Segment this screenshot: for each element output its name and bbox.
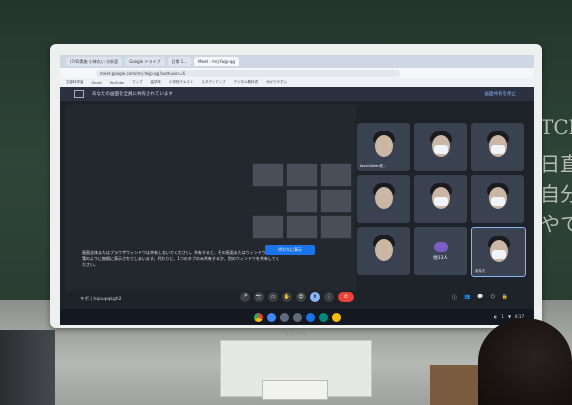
- self-tile[interactable]: あなた: [471, 227, 526, 277]
- participant-name: tavchildren先...: [360, 164, 387, 168]
- participant-grid: tavchildren先... 他13人 あなた: [357, 123, 527, 287]
- student-head: [478, 318, 572, 405]
- os-taskbar: [60, 309, 534, 325]
- app-icon[interactable]: [292, 312, 302, 322]
- bookmark[interactable]: YouTube: [110, 81, 124, 85]
- captions-icon[interactable]: ▭: [268, 292, 278, 302]
- share-banner: あなたの画面を全員に共有されています 画面共有を停止: [60, 87, 534, 101]
- bookmark[interactable]: 文部科学省: [66, 80, 84, 85]
- share-warning: 画面全体またはブラウザウィンドウは共有しないでください。共有すると、その画面また…: [82, 250, 282, 267]
- participant-name: あなた: [475, 269, 486, 273]
- present-instead-button[interactable]: 代わりに表示: [265, 245, 315, 255]
- face-mask: [492, 250, 506, 259]
- mic-icon[interactable]: 🎤: [240, 292, 250, 302]
- participant-tile[interactable]: tavchildren先...: [357, 123, 410, 171]
- participant-tile[interactable]: [357, 175, 410, 223]
- camera-icon[interactable]: 📷: [254, 292, 264, 302]
- people-icon[interactable]: 👥: [464, 294, 470, 301]
- chalk-text: 自分: [540, 182, 572, 206]
- browser-tab-active[interactable]: Meet - mrj-fwjp-qg: [194, 57, 239, 66]
- mirror-thumb: [286, 163, 318, 187]
- side-controls: ⓘ 👥 💬 ⬡ 🔒: [452, 294, 508, 301]
- others-avatar-icon: [433, 241, 448, 252]
- browser-tab[interactable]: (7/6)実施 小林れい 分析室: [66, 57, 123, 66]
- face-mask: [434, 197, 448, 206]
- tv-brand: RICOH: [285, 331, 307, 337]
- bookmark[interactable]: マップ: [132, 80, 143, 85]
- meeting-code: キボ | hqoupqkgh2: [80, 297, 122, 302]
- host-controls-icon[interactable]: 🔒: [502, 294, 508, 301]
- info-icon[interactable]: ⓘ: [452, 294, 457, 301]
- emoji-icon[interactable]: 😊: [296, 292, 306, 302]
- bookmark[interactable]: デジタル教科書: [234, 80, 258, 85]
- chrome-icon[interactable]: [253, 312, 263, 322]
- bookmark[interactable]: 分かりやすい: [266, 80, 287, 85]
- bookmark[interactable]: 高学年: [150, 80, 161, 85]
- app-icon[interactable]: [305, 312, 315, 322]
- bookmark[interactable]: スタディアップ: [201, 80, 225, 85]
- mirror-thumb: [252, 163, 284, 187]
- wifi-icon: ▼: [507, 314, 512, 319]
- address-bar: meet.google.com/mrj-fwjp-qg?authuser=6: [60, 68, 534, 78]
- face-mask: [491, 197, 505, 206]
- face-mask: [434, 145, 448, 154]
- activities-icon[interactable]: ⬡: [490, 294, 494, 301]
- bookmark[interactable]: 小学校テキスト: [169, 80, 193, 85]
- bookmark[interactable]: Gmail: [92, 81, 102, 85]
- others-tile[interactable]: 他13人: [414, 227, 467, 275]
- chalk-text: やて: [540, 212, 572, 236]
- raise-hand-icon[interactable]: ✋: [282, 292, 292, 302]
- app-icon[interactable]: [266, 312, 276, 322]
- face-mask: [491, 145, 505, 154]
- others-panel: 他13人: [414, 227, 467, 275]
- chair: [0, 330, 55, 405]
- app-icon[interactable]: [318, 312, 328, 322]
- tray-item: ◐: [493, 314, 498, 319]
- device-box: [262, 380, 328, 400]
- end-call-button[interactable]: ✆: [338, 292, 354, 302]
- participant-tile[interactable]: [471, 175, 524, 223]
- chalk-text: TCh: [540, 115, 572, 139]
- person-face: [375, 135, 393, 157]
- classroom-scene: TCh 日直 自分 やて RICOH (7/6)実施 小林れい 分析室 Goog…: [0, 0, 572, 405]
- mirror-thumb: [320, 189, 352, 213]
- more-options-icon[interactable]: ⋮: [324, 292, 334, 302]
- bookmarks-bar: 文部科学省 Gmail YouTube マップ 高学年 小学校テキスト スタディ…: [60, 78, 534, 87]
- participant-tile[interactable]: [414, 123, 467, 171]
- app-icon[interactable]: [331, 312, 341, 322]
- mirror-thumb: [320, 163, 352, 187]
- present-icon[interactable]: ⬆: [310, 292, 320, 302]
- share-banner-text: あなたの画面を全員に共有されています: [92, 92, 173, 97]
- url-field[interactable]: meet.google.com/mrj-fwjp-qg?authuser=6: [96, 69, 400, 77]
- app-icon[interactable]: [279, 312, 289, 322]
- participant-tile[interactable]: [471, 123, 524, 171]
- stop-sharing-button[interactable]: 画面共有を停止: [485, 91, 517, 97]
- participant-tile[interactable]: [357, 227, 410, 275]
- chat-icon[interactable]: 💬: [477, 294, 483, 301]
- browser-tab[interactable]: 日常 1...: [167, 57, 192, 66]
- others-count: 他13人: [433, 255, 448, 261]
- person-face: [375, 239, 393, 261]
- tray-item: 1: [501, 314, 504, 319]
- browser-tab[interactable]: Google ドライブ: [125, 57, 165, 66]
- mirror-thumb: [286, 215, 318, 239]
- person-face: [375, 187, 393, 209]
- tv-screen: (7/6)実施 小林れい 分析室 Google ドライブ 日常 1... Mee…: [60, 55, 534, 325]
- call-controls: 🎤 📷 ▭ ✋ 😊 ⬆ ⋮ ✆: [240, 292, 354, 302]
- present-icon: [74, 90, 84, 98]
- mirror-thumb: [286, 189, 318, 213]
- mirror-thumb: [252, 215, 284, 239]
- chalk-text: 日直: [540, 152, 572, 176]
- browser-tabbar: (7/6)実施 小林れい 分析室 Google ドライブ 日常 1... Mee…: [60, 55, 534, 68]
- mirror-thumb: [320, 215, 352, 239]
- participant-tile[interactable]: [414, 175, 467, 223]
